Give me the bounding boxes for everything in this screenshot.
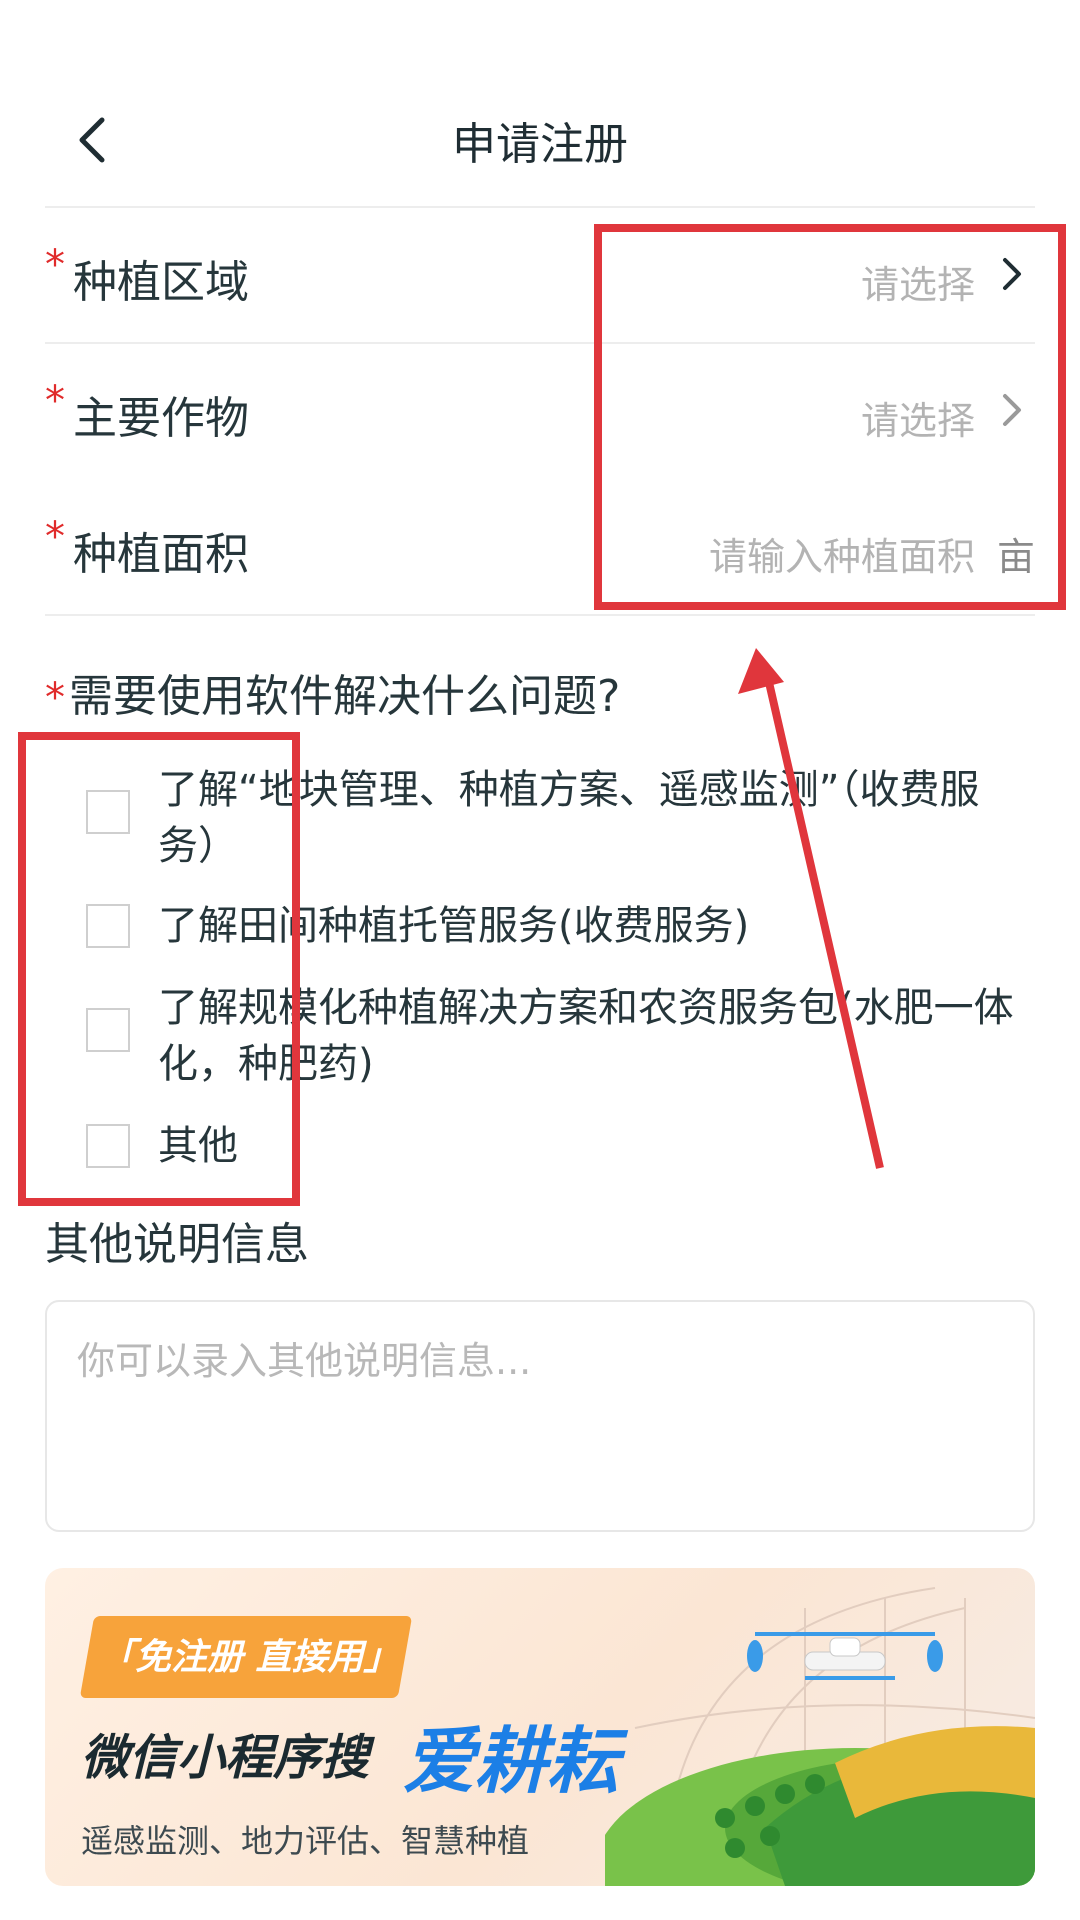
divider xyxy=(45,614,1035,616)
option-label: 其他 xyxy=(158,1123,238,1169)
select-placeholder: 请选择 xyxy=(860,263,975,307)
annotation-arrow-head xyxy=(738,648,784,694)
planting-region-field[interactable]: * 种植区域 请选择 xyxy=(45,206,1035,342)
area-input-placeholder[interactable]: 请输入种植面积 xyxy=(709,526,975,581)
option-item[interactable]: 了解规模化种植解决方案和农资服务包(水肥一体化，种肥药) xyxy=(86,980,1026,1100)
promo-banner[interactable]: 「免注册 直接用」 微信小程序搜 爱耕耘 遥感监测、地力评估、智慧种植 xyxy=(45,1568,1035,1886)
checkbox[interactable] xyxy=(86,904,130,948)
option-item[interactable]: 了解“地块管理、种植方案、遥感监测”（收费服务） xyxy=(86,762,1026,882)
option-label: 了解规模化种植解决方案和农资服务包(水肥一体化，种肥药) xyxy=(158,985,1014,1087)
chevron-right-icon xyxy=(1003,258,1021,290)
select-placeholder: 请选择 xyxy=(860,399,975,443)
required-mark: * xyxy=(45,514,65,560)
promo-search-text: 微信小程序搜 xyxy=(81,1730,370,1786)
other-info-textarea[interactable]: 你可以录入其他说明信息... xyxy=(45,1300,1035,1532)
question-text: 需要使用软件解决什么问题? xyxy=(69,671,621,722)
promo-subtitle: 遥感监测、地力评估、智慧种植 xyxy=(81,1822,530,1860)
chevron-right-icon xyxy=(1003,394,1021,426)
promo-tag: 「免注册 直接用」 xyxy=(99,1637,400,1678)
checkbox[interactable] xyxy=(86,1008,130,1052)
option-label: 了解“地块管理、种植方案、遥感监测”（收费服务） xyxy=(158,767,980,869)
main-crop-field[interactable]: * 主要作物 请选择 xyxy=(45,342,1035,478)
required-mark: * xyxy=(45,675,65,721)
planting-area-field[interactable]: * 种植面积 请输入种植面积 亩 xyxy=(45,478,1035,614)
checkbox[interactable] xyxy=(86,1124,130,1168)
unit-label: 亩 xyxy=(996,535,1035,579)
page-title: 申请注册 xyxy=(452,119,628,170)
field-label: 种植区域 xyxy=(73,257,249,308)
navigation-bar: 申请注册 xyxy=(0,0,1080,212)
option-label: 了解田间种植托管服务(收费服务) xyxy=(158,903,750,949)
option-item[interactable]: 其他 xyxy=(86,1118,1026,1178)
checkbox[interactable] xyxy=(86,790,130,834)
farm-drone-illustration xyxy=(605,1587,1035,1886)
field-label: 种植面积 xyxy=(73,529,249,580)
option-item[interactable]: 了解田间种植托管服务(收费服务) xyxy=(86,898,1026,958)
required-mark: * xyxy=(45,378,65,424)
required-mark: * xyxy=(45,242,65,288)
field-label: 主要作物 xyxy=(73,393,249,444)
question-title: *需要使用软件解决什么问题? xyxy=(45,660,620,724)
promo-brand: 爱耕耘 xyxy=(403,1719,620,1803)
textarea-placeholder: 你可以录入其他说明信息... xyxy=(77,1339,532,1383)
other-info-label: 其他说明信息 xyxy=(45,1219,309,1270)
